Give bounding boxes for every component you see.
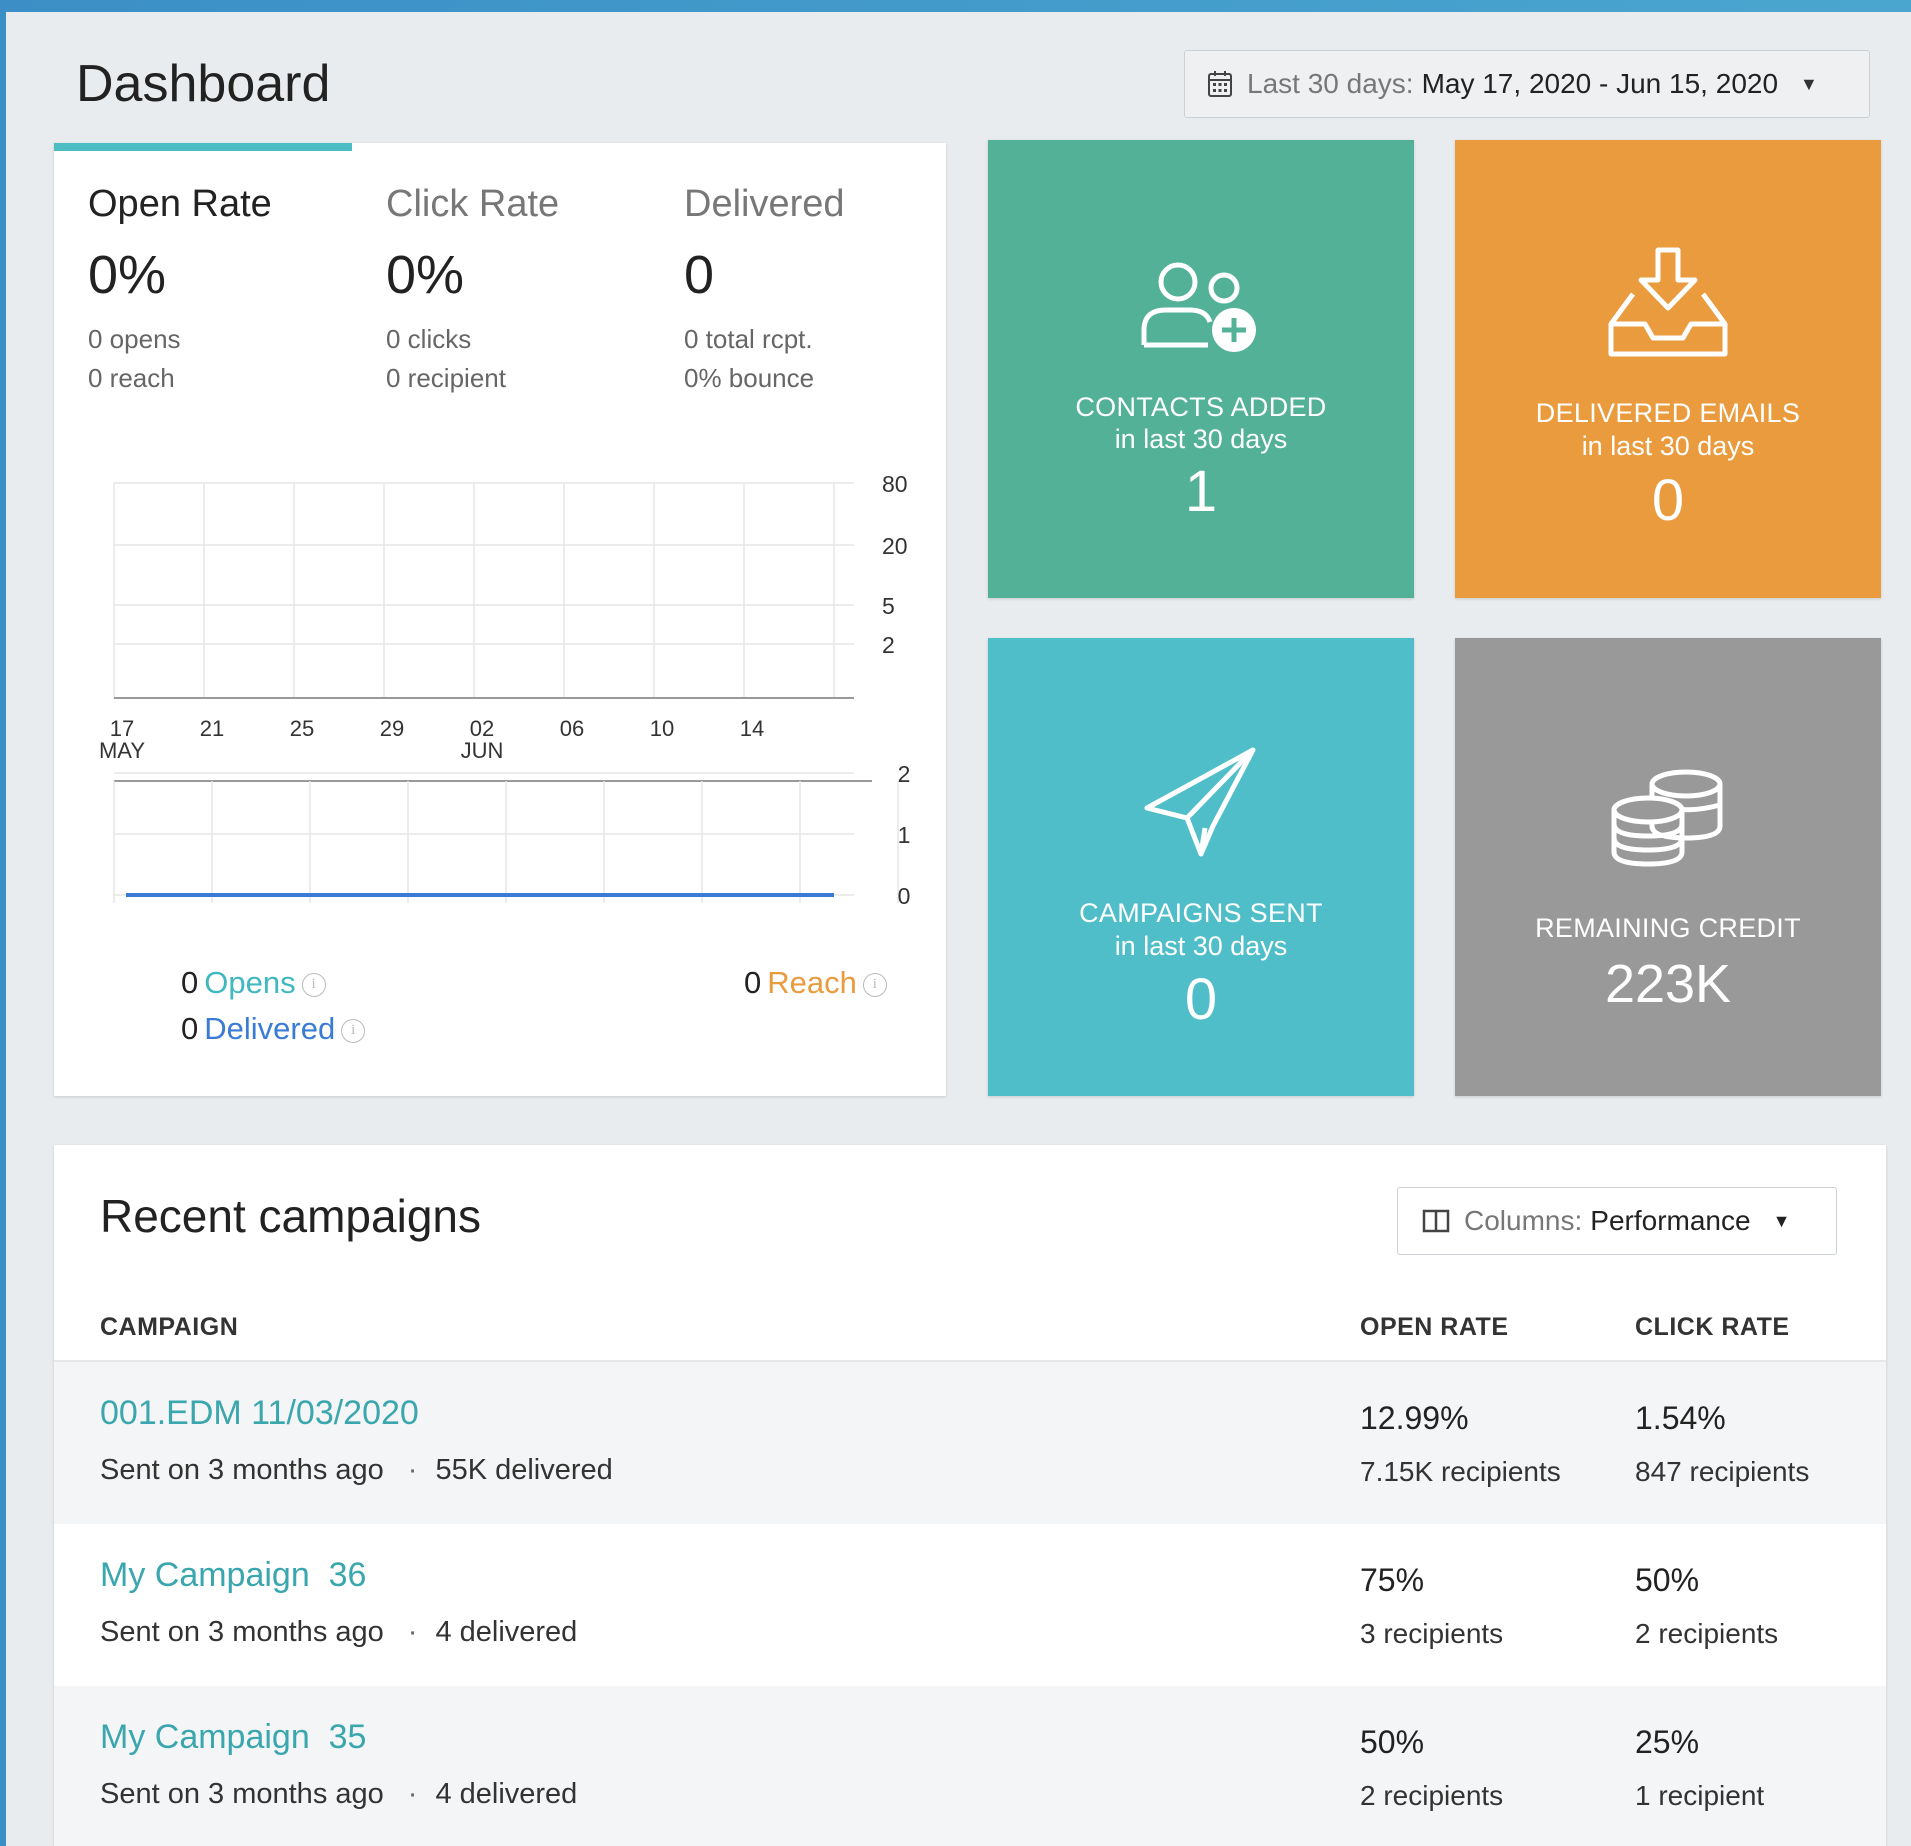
add-contacts-icon <box>1141 262 1256 352</box>
click-recipients: 847 recipients <box>1635 1456 1810 1487</box>
inbox-download-icon <box>1608 247 1728 357</box>
delivered-info: 55K delivered <box>435 1454 613 1486</box>
x-tick-label: 06 <box>560 716 584 741</box>
y-tick-label: 20 <box>882 533 908 559</box>
paper-plane-icon <box>1144 747 1256 857</box>
campaign-name-link[interactable]: 001.EDM 11/03/2020 <box>100 1394 419 1433</box>
column-header-open-rate[interactable]: OPEN RATE <box>1360 1313 1509 1342</box>
separator-dot: · <box>407 1454 418 1486</box>
columns-icon <box>1422 1209 1450 1233</box>
page-title: Dashboard <box>76 55 331 113</box>
y-tick-label: 5 <box>882 593 895 619</box>
open-rate-value: 75% <box>1360 1562 1425 1598</box>
x-tick-label: 29 <box>380 716 404 741</box>
coins-icon <box>1611 769 1723 867</box>
legend-label: Delivered <box>204 1011 336 1046</box>
legend-label: Opens <box>204 965 296 1000</box>
tile-value: 0 <box>1651 468 1685 533</box>
section-title: Recent campaigns <box>100 1190 481 1242</box>
tile-title: DELIVERED EMAILS <box>1535 398 1801 428</box>
y-tick-label: 0 <box>898 883 911 909</box>
column-header-campaign[interactable]: CAMPAIGN <box>100 1313 238 1342</box>
legend-opens: 0 Opens i <box>181 965 326 1001</box>
tile-delivered-emails[interactable]: DELIVERED EMAILS in last 30 days 0 <box>1455 140 1881 598</box>
table-row[interactable]: 001.EDM 11/03/2020 Sent on 3 months ago ·… <box>54 1362 1886 1524</box>
x-tick-label: 10 <box>650 716 674 741</box>
recent-campaigns-card: Recent campaigns Columns: Performance ▼ … <box>54 1145 1886 1846</box>
tile-value: 223K <box>1604 954 1732 1014</box>
dashboard-page: Dashboard Last 30 days: May 17, 2020 - J… <box>6 12 1911 1846</box>
stats-card: Open Rate 0% 0 opens 0 reach Click Rate … <box>54 143 946 1096</box>
info-icon[interactable]: i <box>862 972 887 997</box>
x-month-label: JUN <box>461 738 504 763</box>
open-recipients: 7.15K recipients <box>1360 1456 1561 1487</box>
table-row[interactable]: My Campaign 35 Sent on 3 months ago · 4 de… <box>54 1686 1886 1846</box>
click-recipients: 2 recipients <box>1635 1618 1779 1649</box>
open-recipients: 2 recipients <box>1360 1780 1504 1811</box>
campaign-name-link[interactable]: My Campaign 36 <box>100 1556 366 1595</box>
y-tick-label: 2 <box>882 632 895 658</box>
campaign-name-link[interactable]: My Campaign 35 <box>100 1718 366 1757</box>
legend-reach: 0 Reach i <box>744 965 887 1001</box>
legend-delivered: 0 Delivered i <box>181 1011 366 1047</box>
delivered-info: 4 delivered <box>435 1616 578 1648</box>
date-range-value: May 17, 2020 - Jun 15, 2020 <box>1421 68 1779 99</box>
sent-info: Sent on 3 months ago <box>100 1454 384 1486</box>
y-tick-label: 2 <box>898 761 911 787</box>
click-recipients: 1 recipient <box>1635 1780 1765 1811</box>
separator-dot: · <box>407 1616 418 1648</box>
columns-value: Performance <box>1590 1205 1751 1236</box>
performance-charts: 80205217MAY21 25 29 02JUN06 10 14210 <box>99 471 911 909</box>
sent-info: Sent on 3 months ago <box>100 1778 384 1810</box>
tile-title: CAMPAIGNS SENT <box>1079 898 1323 928</box>
tile-contacts-added[interactable]: CONTACTS ADDED in last 30 days 1 <box>988 140 1414 598</box>
delivered-info: 4 delivered <box>435 1778 578 1810</box>
columns-label: Columns: <box>1464 1205 1583 1236</box>
tile-value: 0 <box>1184 967 1218 1032</box>
tile-campaigns-sent[interactable]: CAMPAIGNS SENT in last 30 days 0 <box>988 638 1414 1096</box>
sent-info: Sent on 3 months ago <box>100 1616 384 1648</box>
chevron-down-icon: ▼ <box>1772 1210 1791 1231</box>
info-icon[interactable]: i <box>341 1018 366 1043</box>
tile-subtitle: in last 30 days <box>1114 424 1288 454</box>
tile-subtitle: in last 30 days <box>1114 931 1288 961</box>
window-top-edge <box>0 0 1911 12</box>
tile-remaining-credit[interactable]: REMAINING CREDIT 223K <box>1455 638 1881 1096</box>
columns-dropdown[interactable]: Columns: Performance ▼ <box>1397 1187 1837 1255</box>
legend-count: 0 <box>744 965 762 1000</box>
tile-title: CONTACTS ADDED <box>1075 392 1327 422</box>
tile-subtitle: in last 30 days <box>1581 431 1755 461</box>
info-icon[interactable]: i <box>301 972 326 997</box>
tile-value: 1 <box>1184 459 1218 524</box>
date-range-picker[interactable]: Last 30 days: May 17, 2020 - Jun 15, 202… <box>1184 50 1870 118</box>
legend-count: 0 <box>181 1011 199 1046</box>
x-tick-label: 25 <box>290 716 314 741</box>
y-tick-label: 80 <box>882 471 908 497</box>
open-rate-value: 12.99% <box>1360 1400 1469 1436</box>
chevron-down-icon: ▼ <box>1800 73 1818 94</box>
x-tick-label: 14 <box>740 716 764 741</box>
click-rate-value: 1.54% <box>1635 1400 1726 1436</box>
column-header-click-rate[interactable]: CLICK RATE <box>1635 1313 1790 1342</box>
x-month-label: MAY <box>99 738 145 763</box>
table-row[interactable]: My Campaign 36 Sent on 3 months ago · 4 de… <box>54 1524 1886 1686</box>
y-tick-label: 1 <box>898 822 911 848</box>
click-rate-value: 50% <box>1635 1562 1700 1598</box>
click-rate-value: 25% <box>1635 1724 1700 1760</box>
x-tick-label: 21 <box>200 716 224 741</box>
calendar-icon <box>1208 71 1232 97</box>
open-recipients: 3 recipients <box>1360 1618 1504 1649</box>
tile-title: REMAINING CREDIT <box>1535 913 1801 943</box>
open-rate-value: 50% <box>1360 1724 1425 1760</box>
legend-label: Reach <box>767 965 857 1000</box>
date-range-label: Last 30 days: <box>1247 68 1414 99</box>
legend-count: 0 <box>181 965 199 1000</box>
separator-dot: · <box>407 1778 418 1810</box>
